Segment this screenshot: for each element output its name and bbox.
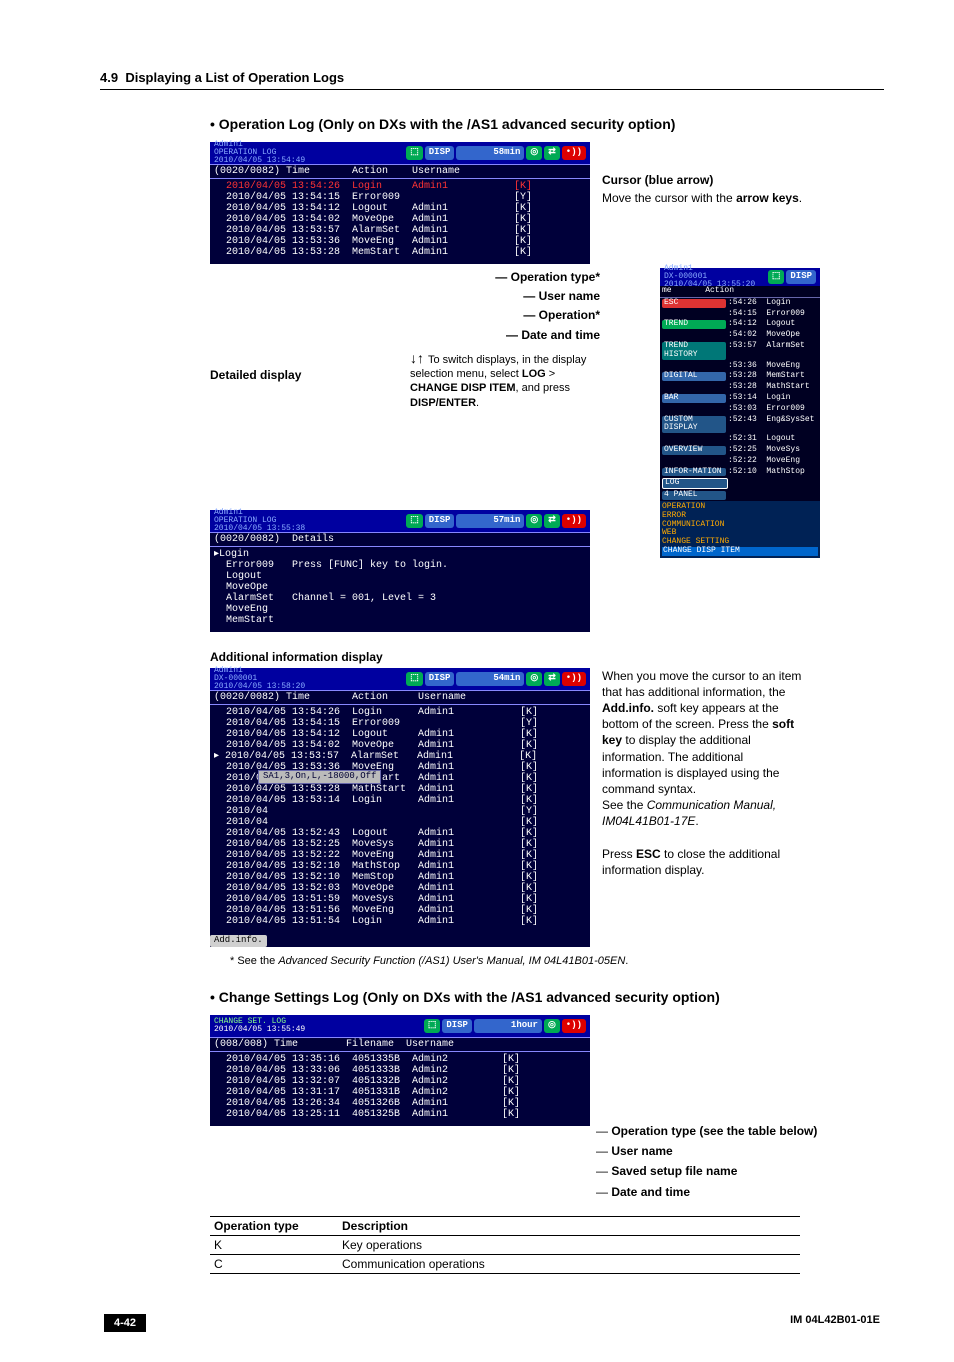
disp-badge: DISP xyxy=(425,672,455,686)
callouts-change-settings: — Operation type (see the table below) —… xyxy=(596,1121,817,1203)
screenshot-operation-log: Admin1OPERATION LOG2010/04/05 13:54:49 ⬚… xyxy=(210,142,590,264)
menu-row: x:54:15 Error009 xyxy=(660,309,820,320)
menu-submenu: OPERATIONERRORCOMMUNICATIONWEBCHANGE SET… xyxy=(660,501,820,558)
callouts-operation-log: — Operation type* — User name — Operatio… xyxy=(418,268,600,345)
column-header: (0020/0082) Time Action Username xyxy=(210,164,590,179)
menu-row: OVERVIEW:52:25 MoveSys xyxy=(660,445,820,456)
column-header: (008/008) Time Filename Username xyxy=(210,1037,590,1052)
link-icon: ⇄ xyxy=(544,514,560,528)
menu-row: BAR:53:14 Login xyxy=(660,393,820,404)
link-icon: ⇄ xyxy=(544,146,560,160)
doc-number: IM 04L42B01-01E xyxy=(790,1314,880,1332)
softkey-add-info[interactable]: Add.info. xyxy=(210,935,267,947)
mem-icon: ⬚ xyxy=(424,1019,441,1033)
menu-row: ESC:54:26 Login xyxy=(660,298,820,309)
menu-row: x:53:03 Error009 xyxy=(660,404,820,415)
menu-row: x:53:36 MoveEng xyxy=(660,361,820,372)
menu-row: DIGITAL:53:28 MemStart xyxy=(660,371,820,382)
mem-icon: ⬚ xyxy=(406,146,423,160)
log-rows: 2010/04/05 13:35:16 4051335B Admin2 [K] … xyxy=(210,1052,590,1126)
menu-row: INFOR-MATION:52:10 MathStop xyxy=(660,467,820,478)
menu-row: x:53:28 MathStart xyxy=(660,382,820,393)
section-number: 4.9 xyxy=(100,70,118,85)
switch-display-note: ↓↑To switch displays, in the display sel… xyxy=(410,349,600,410)
screenshot-menu: Admin1DX-0000012010/04/05 13:55:20 ⬚ DIS… xyxy=(660,268,820,558)
page-footer: 4-42 IM 04L42B01-01E xyxy=(100,1314,884,1332)
menu-row: 4 PANEL xyxy=(660,490,820,501)
signal-icon: •)) xyxy=(562,1019,586,1033)
log-rows: 2010/04/05 13:54:26 Login Admin1 [K] 201… xyxy=(210,179,590,264)
disp-badge: DISP xyxy=(786,270,816,284)
menu-row: CUSTOM DISPLAY:52:43 Eng&SysSet xyxy=(660,415,820,435)
disp-badge: DISP xyxy=(425,146,455,160)
column-header: (0020/0082) Details xyxy=(210,532,590,547)
log-rows: ▸Login Error009 Press [FUNC] key to logi… xyxy=(210,547,590,632)
section-heading: 4.9 Displaying a List of Operation Logs xyxy=(100,70,884,90)
tooltip-add-info: SA1,3,On,L,-18000,Off xyxy=(258,770,381,784)
status-icon: ◎ xyxy=(544,1019,560,1033)
screenshot-detailed: Admin1OPERATION LOG2010/04/05 13:55:38 ⬚… xyxy=(210,510,590,632)
signal-icon: •)) xyxy=(562,514,586,528)
additional-info-label: Additional information display xyxy=(210,650,884,664)
operation-type-table: Operation typeDescription KKey operation… xyxy=(210,1216,800,1274)
screenshot-additional-info: Admin1DX-0000012010/04/05 13:58:20 ⬚ DIS… xyxy=(210,668,590,947)
status-icon: ◎ xyxy=(526,514,542,528)
column-header: (0020/0082) Time Action Username xyxy=(210,690,590,705)
signal-icon: •)) xyxy=(562,146,586,160)
menu-row: TREND HISTORY:53:57 AlarmSet xyxy=(660,341,820,361)
disp-badge: DISP xyxy=(442,1019,472,1033)
additional-info-explain: When you move the cursor to an item that… xyxy=(602,668,802,878)
menu-row: LOG xyxy=(660,477,820,490)
mem-icon: ⬚ xyxy=(768,270,785,284)
menu-row: TREND:54:12 Logout xyxy=(660,319,820,330)
mem-icon: ⬚ xyxy=(406,672,423,686)
screenshot-change-settings: CHANGE SET. LOG2010/04/05 13:55:49 ⬚ DIS… xyxy=(210,1015,590,1126)
log-rows: 2010/04/05 13:54:26 Login Admin1 [K] 201… xyxy=(210,705,590,933)
bullet-operation-log: Operation Log (Only on DXs with the /AS1… xyxy=(210,116,884,132)
time-badge: 54min xyxy=(456,672,524,686)
menu-row: x:52:22 MoveEng xyxy=(660,456,820,467)
mem-icon: ⬚ xyxy=(406,514,423,528)
time-badge: 1hour xyxy=(474,1019,542,1033)
menu-row: x:52:31 Logout xyxy=(660,434,820,445)
footnote-as1: * See the Advanced Security Function (/A… xyxy=(230,955,884,967)
status-icon: ◎ xyxy=(526,672,542,686)
section-title: Displaying a List of Operation Logs xyxy=(125,70,344,85)
page-number: 4-42 xyxy=(104,1314,146,1332)
time-badge: 57min xyxy=(456,514,524,528)
disp-badge: DISP xyxy=(425,514,455,528)
bullet-change-settings-log: Change Settings Log (Only on DXs with th… xyxy=(210,989,884,1005)
detailed-display-label: Detailed display xyxy=(210,368,410,382)
time-badge: 58min xyxy=(456,146,524,160)
link-icon: ⇄ xyxy=(544,672,560,686)
cursor-explain: Cursor (blue arrow) Move the cursor with… xyxy=(602,172,812,206)
signal-icon: •)) xyxy=(562,672,586,686)
menu-row: x:54:02 MoveOpe xyxy=(660,330,820,341)
status-icon: ◎ xyxy=(526,146,542,160)
